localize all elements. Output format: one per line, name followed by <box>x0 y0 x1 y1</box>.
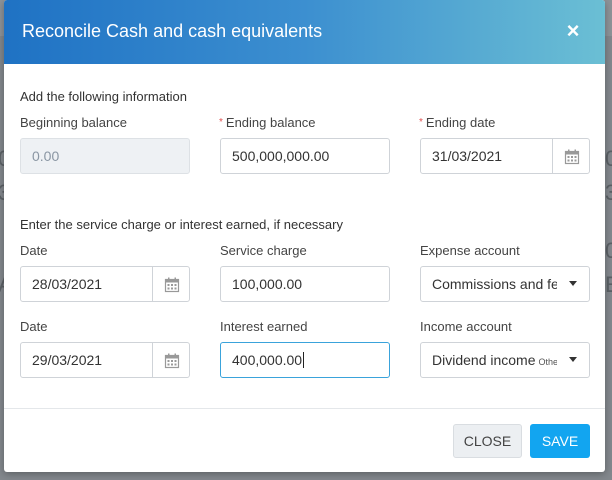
required-marker: * <box>419 117 423 128</box>
calendar-button[interactable] <box>552 138 590 174</box>
expense-account-value: Commissions and fees <box>432 276 574 292</box>
calendar-icon <box>164 353 180 369</box>
close-icon[interactable]: × <box>563 20 583 42</box>
save-button[interactable]: SAVE <box>530 424 590 458</box>
date-label: Date <box>20 319 48 334</box>
close-button[interactable]: CLOSE <box>453 424 522 458</box>
section-title-charges: Enter the service charge or interest ear… <box>20 217 343 232</box>
dialog-title: Reconcile Cash and cash equivalents <box>22 21 323 41</box>
interest-date-picker: 29/03/2021 <box>20 342 190 378</box>
interest-earned-value: 400,000.00 <box>232 352 303 368</box>
interest-earned-label: Interest earned <box>220 319 308 334</box>
section-title-info: Add the following information <box>20 89 187 104</box>
calendar-button[interactable] <box>152 266 190 302</box>
backdrop-text: 0 <box>605 238 612 263</box>
date-label: Date <box>20 243 48 258</box>
calendar-icon <box>564 149 580 165</box>
ending-date-label-text: Ending date <box>425 115 496 130</box>
income-account-label: Income account <box>420 319 512 334</box>
income-account-value: Dividend income <box>432 352 536 368</box>
required-marker: * <box>219 117 223 128</box>
backdrop-text: 0 <box>605 146 612 171</box>
service-date-input[interactable]: 28/03/2021 <box>20 266 153 302</box>
ending-balance-input[interactable]: 500,000,000.00 <box>220 138 390 174</box>
dropdown-arrow-icon <box>569 281 577 286</box>
expense-account-label: Expense account <box>420 243 520 258</box>
ending-date-picker: 31/03/2021 <box>420 138 590 174</box>
interest-date-input[interactable]: 29/03/2021 <box>20 342 153 378</box>
ending-date-label: * Ending date <box>419 115 495 130</box>
ending-date-input[interactable]: 31/03/2021 <box>420 138 553 174</box>
ending-balance-label: * Ending balance <box>219 115 316 130</box>
backdrop-text: E <box>605 272 612 298</box>
income-account-tag: Other in <box>538 357 571 367</box>
text-caret <box>303 352 305 368</box>
interest-earned-input[interactable]: 400,000.00 <box>220 342 390 378</box>
income-account-select[interactable]: Dividend income Other in <box>420 342 590 378</box>
reconcile-dialog: Reconcile Cash and cash equivalents × Ad… <box>4 0 605 472</box>
backdrop-text: 3 <box>605 180 612 205</box>
calendar-icon <box>164 277 180 293</box>
expense-account-select[interactable]: Commissions and fees <box>420 266 590 302</box>
service-date-picker: 28/03/2021 <box>20 266 190 302</box>
calendar-button[interactable] <box>152 342 190 378</box>
service-charge-label: Service charge <box>220 243 307 258</box>
beginning-balance-label: Beginning balance <box>20 115 127 130</box>
ending-balance-label-text: Ending balance <box>225 115 316 130</box>
dropdown-arrow-icon <box>569 357 577 362</box>
beginning-balance-input: 0.00 <box>20 138 190 174</box>
service-charge-input[interactable]: 100,000.00 <box>220 266 390 302</box>
dialog-header: Reconcile Cash and cash equivalents × <box>4 0 605 64</box>
footer-divider <box>4 408 605 409</box>
